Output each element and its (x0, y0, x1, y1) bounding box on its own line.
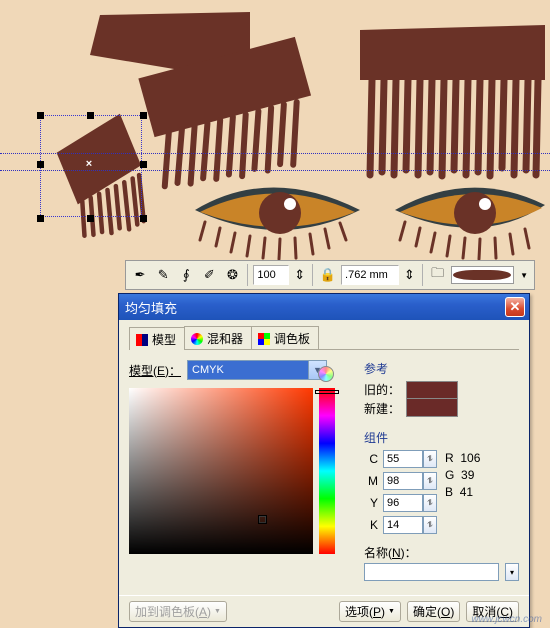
tab-palette[interactable]: 调色板 (251, 326, 319, 349)
c-label: C (364, 452, 378, 466)
selection-handle[interactable] (37, 161, 44, 168)
selection-handle[interactable] (140, 215, 147, 222)
stroke-width-input[interactable] (341, 265, 399, 285)
k-label: K (364, 518, 378, 532)
tab-mixer[interactable]: 混和器 (184, 326, 252, 349)
name-label: 名称(N)： (364, 544, 417, 561)
drawing-canvas[interactable]: × (0, 0, 550, 260)
k-input[interactable] (383, 516, 423, 534)
combo-value: CMYK (192, 364, 224, 376)
color-wheel-button[interactable] (318, 366, 334, 382)
model-icon (136, 334, 148, 346)
tool-brush-b-button[interactable]: ∮ (176, 264, 196, 286)
k-stepper[interactable]: ⥮ (423, 516, 437, 534)
stroke-preview[interactable] (451, 266, 515, 284)
close-button[interactable]: ✕ (505, 297, 525, 317)
dialog-button-bar: 加到调色板(A)▼ 选项(P)▼ 确定(O) 取消(C) (119, 595, 529, 627)
tool-brush-a-button[interactable]: ✎ (153, 264, 173, 286)
new-label: 新建： (364, 400, 400, 417)
brush-folder-button[interactable]: 🗀 (428, 264, 448, 286)
old-color-swatch[interactable] (406, 381, 458, 399)
mixer-icon (191, 333, 203, 345)
old-label: 旧的： (364, 381, 400, 398)
m-stepper[interactable]: ⥮ (423, 472, 437, 490)
brush-toolbar: ✒ ✎ ∮ ✐ ❂ ⇕ 🔒 ⇕ 🗀 ▼ (125, 260, 535, 290)
dialog-title: 均匀填充 (123, 298, 505, 317)
components-heading: 组件 (364, 429, 519, 446)
selection-handle[interactable] (87, 215, 94, 222)
tool-spray-button[interactable]: ❂ (222, 264, 242, 286)
tab-bar: 模型 混和器 调色板 (129, 326, 519, 350)
selection-center[interactable]: × (84, 159, 94, 169)
opacity-stepper[interactable]: ⇕ (292, 264, 307, 286)
c-input[interactable] (383, 450, 423, 468)
watermark: www.jcwcn.com (471, 614, 542, 625)
model-label: 模型(E)： (129, 362, 181, 379)
add-to-palette-button[interactable]: 加到调色板(A)▼ (129, 601, 227, 622)
rgb-readout: R 106 G 39 B 41 (445, 450, 480, 538)
y-label: Y (364, 496, 378, 510)
tab-label: 混和器 (207, 330, 243, 347)
color-field[interactable] (129, 388, 313, 554)
tab-label: 模型 (152, 331, 176, 348)
model-combo[interactable]: CMYK ▼ (187, 360, 327, 380)
stroke-width-stepper[interactable]: ⇕ (402, 264, 417, 286)
color-field-cursor[interactable] (259, 516, 266, 523)
selection-handle[interactable] (37, 215, 44, 222)
reference-heading: 参考 (364, 360, 519, 377)
selection-handle[interactable] (87, 112, 94, 119)
tool-eyedropper-button[interactable]: ✒ (130, 264, 150, 286)
lock-button[interactable]: 🔒 (318, 264, 338, 286)
titlebar[interactable]: 均匀填充 ✕ (119, 294, 529, 320)
stroke-preview-dropdown[interactable]: ▼ (517, 264, 530, 286)
m-label: M (364, 474, 378, 488)
new-color-swatch[interactable] (406, 399, 458, 417)
y-input[interactable] (383, 494, 423, 512)
y-stepper[interactable]: ⥮ (423, 494, 437, 512)
opacity-input[interactable] (253, 265, 289, 285)
selection-handle[interactable] (37, 112, 44, 119)
tab-model[interactable]: 模型 (129, 327, 185, 350)
selection-handle[interactable] (140, 112, 147, 119)
tool-calligraphy-button[interactable]: ✐ (199, 264, 219, 286)
name-dropdown[interactable]: ▾ (505, 563, 519, 581)
selection-handle[interactable] (140, 161, 147, 168)
c-stepper[interactable]: ⥮ (423, 450, 437, 468)
tab-label: 调色板 (274, 330, 310, 347)
palette-icon (258, 333, 270, 345)
hue-slider[interactable] (319, 388, 335, 554)
m-input[interactable] (383, 472, 423, 490)
name-input[interactable] (364, 563, 499, 581)
options-button[interactable]: 选项(P)▼ (339, 601, 401, 622)
hue-cursor[interactable] (315, 390, 339, 394)
ok-button[interactable]: 确定(O) (407, 601, 460, 622)
uniform-fill-dialog: 均匀填充 ✕ 模型 混和器 调色板 模型(E)： CMYK ▼ (118, 293, 530, 628)
